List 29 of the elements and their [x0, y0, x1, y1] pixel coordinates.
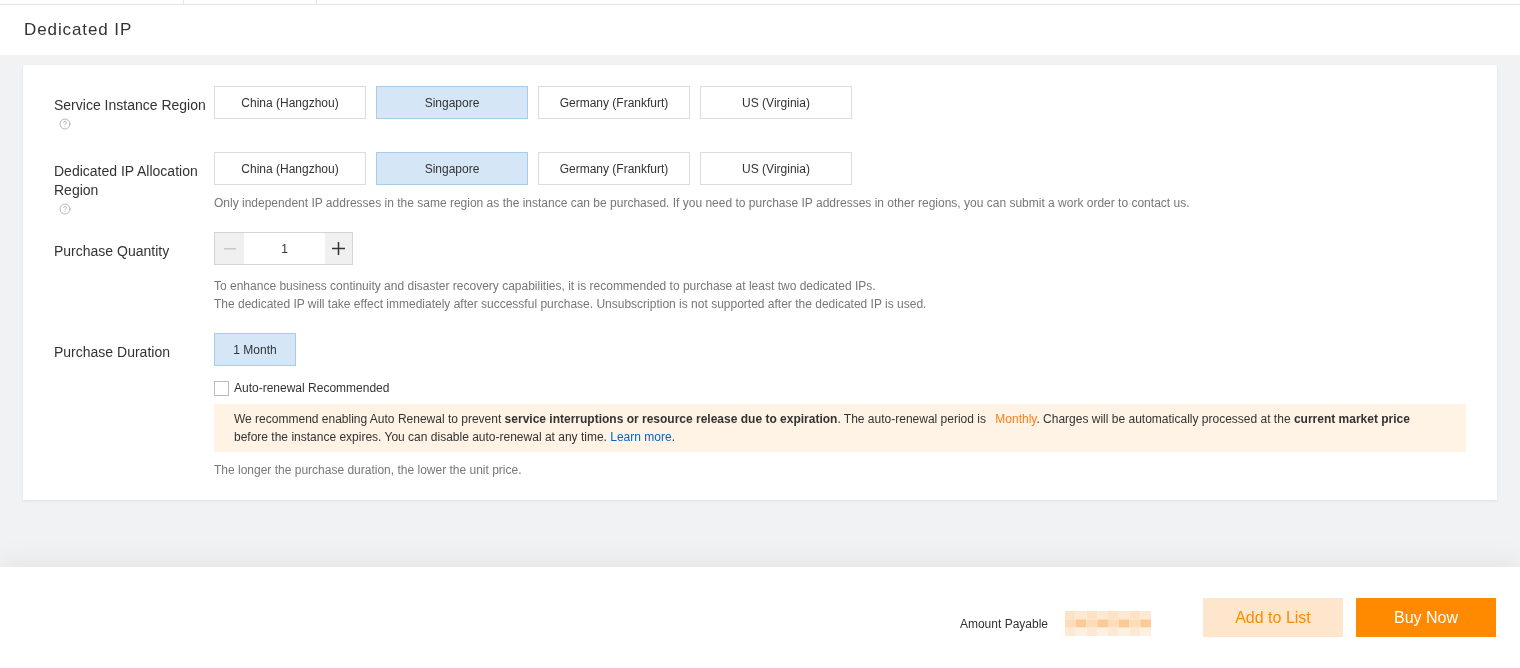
help-icon[interactable]: [59, 203, 71, 215]
region-option[interactable]: Singapore: [376, 86, 528, 119]
field-label: Dedicated IP Allocation Region: [54, 162, 199, 200]
checkbox[interactable]: [214, 380, 229, 396]
increment-button[interactable]: [325, 232, 353, 265]
hint-text: The longer the purchase duration, the lower the unit price.: [214, 462, 522, 479]
auto-renewal-notice: We recommend enabling Auto Renewal to prevent service interruptions or resource release due to expiration. The auto-renewal period is Monthly. Charges will be automatically processed at the current market price before the instance expires. You can disable auto-renewal at any time. Learn more.: [214, 404, 1466, 452]
region-option[interactable]: US (Virginia): [700, 152, 852, 185]
hint-text: The dedicated IP will take effect immediately after successful purchase. Unsubscription is not supported after the dedicated IP is used.: [214, 296, 927, 313]
learn-more-link[interactable]: Learn more: [610, 430, 672, 444]
hint-text: Only independent IP addresses in the same region as the instance can be purchased. If you need to purchase IP addresses in other regions, you can submit a work order to contact us.: [214, 195, 1190, 212]
duration-option[interactable]: 1 Month: [214, 333, 296, 366]
field-label: Purchase Quantity: [54, 242, 170, 261]
decrement-button[interactable]: [214, 232, 244, 265]
quantity-input[interactable]: 1: [244, 232, 325, 265]
region-option[interactable]: China (Hangzhou): [214, 86, 366, 119]
page-title: Dedicated IP: [24, 19, 133, 42]
checkbox-label: Auto-renewal Recommended: [234, 380, 390, 397]
amount-label: Amount Payable: [959, 615, 1048, 633]
field-label: Purchase Duration: [54, 343, 170, 362]
region-option[interactable]: Germany (Frankfurt): [538, 152, 690, 185]
region-option[interactable]: China (Hangzhou): [214, 152, 366, 185]
help-icon[interactable]: [59, 118, 71, 130]
hint-text: To enhance business continuity and disaster recovery capabilities, it is recommended to purchase at least two dedicated IPs.: [214, 278, 877, 295]
field-label: Service Instance Region: [54, 96, 206, 115]
region-option[interactable]: Singapore: [376, 152, 528, 185]
region-option[interactable]: US (Virginia): [700, 86, 852, 119]
plus-icon: [332, 242, 345, 255]
region-option[interactable]: Germany (Frankfurt): [538, 86, 690, 119]
